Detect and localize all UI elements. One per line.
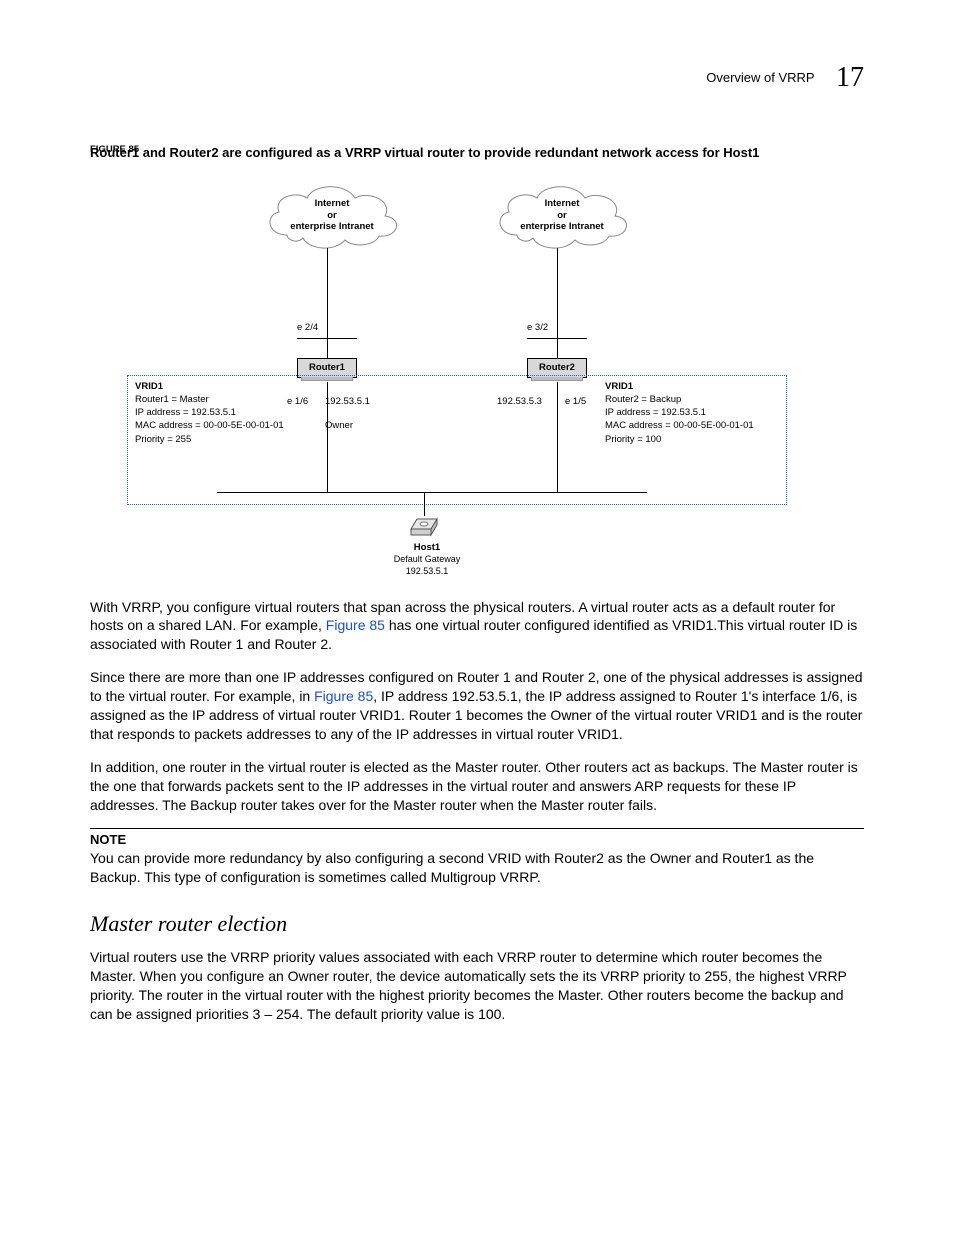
info-line: IP address = 192.53.5.1 <box>605 406 754 419</box>
link-line <box>327 382 328 492</box>
cloud-right-label: Internet or enterprise Intranet <box>487 180 637 252</box>
paragraph: Virtual routers use the VRRP priority va… <box>90 948 864 1024</box>
figure-caption: FIGURE 85 Router1 and Router2 are config… <box>90 144 864 162</box>
cloud-left-label: Internet or enterprise Intranet <box>257 180 407 252</box>
cloud-right: Internet or enterprise Intranet <box>487 180 637 252</box>
vrid1-left-info: VRID1 Router1 = Master IP address = 192.… <box>135 380 284 446</box>
info-line: Router1 = Master <box>135 393 284 406</box>
ip-label: 192.53.5.1 <box>325 396 370 407</box>
paragraph: With VRRP, you configure virtual routers… <box>90 598 864 655</box>
running-header: Overview of VRRP 17 <box>706 62 864 94</box>
info-line: Priority = 100 <box>605 433 754 446</box>
page: Overview of VRRP 17 FIGURE 85 Router1 an… <box>0 0 954 1235</box>
link-line <box>424 492 425 516</box>
figure-label: FIGURE 85 <box>90 144 139 157</box>
link-line <box>557 382 558 492</box>
port-label: e 1/5 <box>565 396 586 407</box>
info-line: IP address = 192.53.5.1 <box>135 406 284 419</box>
figure-caption-text: Router1 and Router2 are configured as a … <box>90 144 759 162</box>
link-line <box>527 338 587 339</box>
chapter-number: 17 <box>836 62 864 93</box>
ip-label: 192.53.5.3 <box>497 396 542 407</box>
port-label: e 2/4 <box>297 322 318 333</box>
network-diagram: Internet or enterprise Intranet Internet… <box>127 180 827 590</box>
link-line <box>297 338 357 339</box>
note-text: You can provide more redundancy by also … <box>90 849 864 887</box>
note-heading: NOTE <box>90 828 864 849</box>
body-text: With VRRP, you configure virtual routers… <box>90 598 864 1024</box>
info-line: MAC address = 00-00-5E-00-01-01 <box>135 419 284 432</box>
info-line: Router2 = Backup <box>605 393 754 406</box>
paragraph: Since there are more than one IP address… <box>90 668 864 744</box>
port-label: e 3/2 <box>527 322 548 333</box>
paragraph: In addition, one router in the virtual r… <box>90 758 864 815</box>
section-title: Overview of VRRP <box>706 70 814 85</box>
host-title: Host1 <box>367 542 487 554</box>
figure-link[interactable]: Figure 85 <box>314 688 373 704</box>
owner-label: Owner <box>325 420 353 431</box>
link-line <box>557 248 558 360</box>
vrid1-right-info: VRID1 Router2 = Backup IP address = 192.… <box>605 380 754 446</box>
link-line <box>327 248 328 360</box>
cloud-left: Internet or enterprise Intranet <box>257 180 407 252</box>
figure-link[interactable]: Figure 85 <box>326 617 385 633</box>
info-line: Priority = 255 <box>135 433 284 446</box>
host-label: Host1 Default Gateway 192.53.5.1 <box>367 542 487 578</box>
vrid1-left-title: VRID1 <box>135 380 284 393</box>
port-label: e 1/6 <box>287 396 308 407</box>
host-icon <box>407 515 441 539</box>
section-heading: Master router election <box>90 909 864 939</box>
info-line: MAC address = 00-00-5E-00-01-01 <box>605 419 754 432</box>
lan-segment <box>217 492 647 493</box>
host-gateway-label: Default Gateway <box>367 554 487 566</box>
vrid1-right-title: VRID1 <box>605 380 754 393</box>
host-gateway-ip: 192.53.5.1 <box>367 566 487 578</box>
